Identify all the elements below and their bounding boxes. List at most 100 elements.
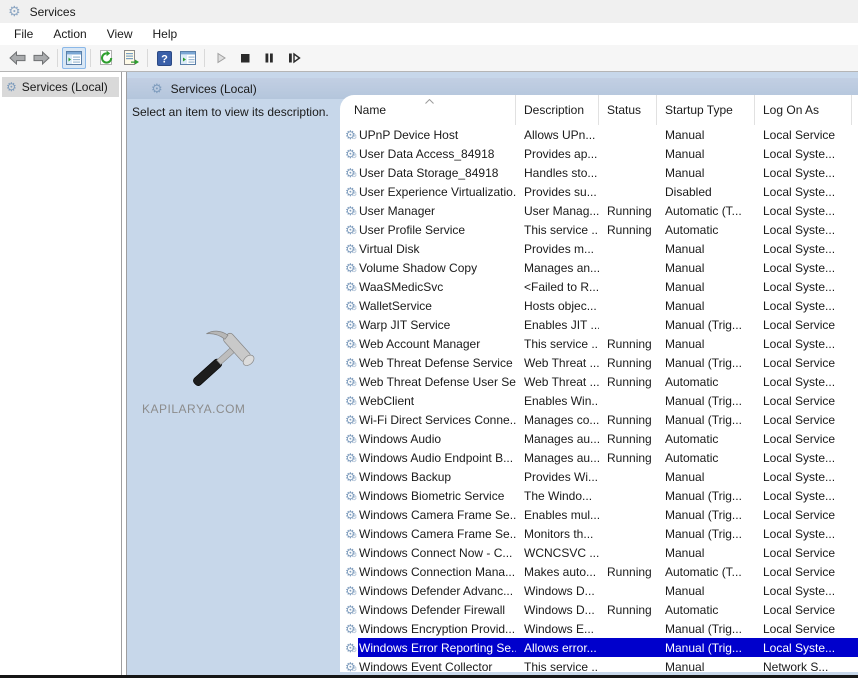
service-row[interactable]: ⚙ ⚙ Windows Event Collector This service…	[340, 657, 858, 672]
toolbar-separator	[147, 49, 148, 67]
service-startup-type: Automatic	[657, 375, 755, 389]
service-status: Running	[599, 375, 657, 389]
service-icon-cell: ⚙ ⚙	[340, 220, 358, 239]
export-list-button[interactable]	[119, 47, 143, 69]
service-row[interactable]: ⚙ ⚙ Windows Camera Frame Se... Enables m…	[340, 505, 858, 524]
stop-service-button[interactable]	[233, 47, 257, 69]
menu-help[interactable]: Help	[143, 24, 188, 44]
service-row[interactable]: ⚙ ⚙ Windows Backup Provides Wi... Manual…	[340, 467, 858, 486]
forward-button[interactable]	[29, 47, 53, 69]
service-row[interactable]: ⚙ ⚙ Windows Connect Now - C... WCNCSVC .…	[340, 543, 858, 562]
column-header-status[interactable]: Status	[599, 95, 657, 125]
service-gear-small-icon: ⚙	[351, 400, 357, 407]
service-row[interactable]: ⚙ ⚙ WaaSMedicSvc <Failed to R... Manual …	[340, 277, 858, 296]
show-action-pane-button[interactable]	[176, 47, 200, 69]
service-log-on-as: Local Syste...	[755, 261, 858, 275]
service-name: Windows Connect Now - C...	[358, 546, 516, 560]
service-log-on-as: Local Service	[755, 546, 858, 560]
svg-text:?: ?	[161, 53, 168, 65]
services-list-panel: Name Description Status Startup Type Log…	[340, 95, 858, 672]
service-row[interactable]: ⚙ ⚙ Warp JIT Service Enables JIT ... Man…	[340, 315, 858, 334]
service-row[interactable]: ⚙ ⚙ Windows Audio Manages au... Running …	[340, 429, 858, 448]
service-startup-type: Automatic	[657, 603, 755, 617]
service-description: This service ...	[516, 337, 599, 351]
service-row[interactable]: ⚙ ⚙ User Data Access_84918 Provides ap..…	[340, 144, 858, 163]
service-log-on-as: Local Service	[755, 318, 858, 332]
start-service-button[interactable]	[209, 47, 233, 69]
service-row[interactable]: ⚙ ⚙ Volume Shadow Copy Manages an... Man…	[340, 258, 858, 277]
column-header-startup-type[interactable]: Startup Type	[657, 95, 755, 125]
tree-item-services-local[interactable]: ⚙ Services (Local)	[2, 77, 119, 97]
service-name: Windows Camera Frame Se...	[358, 527, 516, 541]
service-startup-type: Automatic	[657, 432, 755, 446]
service-row[interactable]: ⚙ ⚙ UPnP Device Host Allows UPn... Manua…	[340, 125, 858, 144]
column-header-log-on-as[interactable]: Log On As	[755, 95, 852, 125]
column-header-description[interactable]: Description	[516, 95, 599, 125]
window-title: Services	[30, 5, 76, 19]
restart-service-icon	[286, 51, 301, 65]
service-description: Allows UPn...	[516, 128, 599, 142]
service-row[interactable]: ⚙ ⚙ Windows Camera Frame Se... Monitors …	[340, 524, 858, 543]
service-row[interactable]: ⚙ ⚙ Virtual Disk Provides m... Manual Lo…	[340, 239, 858, 258]
service-row[interactable]: ⚙ ⚙ Web Account Manager This service ...…	[340, 334, 858, 353]
service-description: Provides su...	[516, 185, 599, 199]
service-row[interactable]: ⚙ ⚙ Windows Audio Endpoint B... Manages …	[340, 448, 858, 467]
service-startup-type: Manual	[657, 242, 755, 256]
service-icon-cell: ⚙ ⚙	[340, 581, 358, 600]
service-row[interactable]: ⚙ ⚙ User Manager User Manag... Running A…	[340, 201, 858, 220]
service-icon-cell: ⚙ ⚙	[340, 391, 358, 410]
service-row[interactable]: ⚙ ⚙ Windows Defender Advanc... Windows D…	[340, 581, 858, 600]
service-row[interactable]: ⚙ ⚙ User Profile Service This service ..…	[340, 220, 858, 239]
service-row[interactable]: ⚙ ⚙ WalletService Hosts objec... Manual …	[340, 296, 858, 315]
service-gear-small-icon: ⚙	[351, 191, 357, 198]
service-startup-type: Manual	[657, 470, 755, 484]
service-name: User Data Storage_84918	[358, 166, 516, 180]
service-gear-small-icon: ⚙	[351, 666, 357, 672]
service-startup-type: Manual	[657, 584, 755, 598]
service-startup-type: Manual (Trig...	[657, 318, 755, 332]
service-description: Windows D...	[516, 584, 599, 598]
service-row[interactable]: ⚙ ⚙ Windows Error Reporting Se... Allows…	[340, 638, 858, 657]
service-gear-small-icon: ⚙	[351, 381, 357, 388]
service-icon-cell: ⚙ ⚙	[340, 657, 358, 672]
menu-file[interactable]: File	[4, 24, 43, 44]
service-row[interactable]: ⚙ ⚙ Windows Encryption Provid... Windows…	[340, 619, 858, 638]
service-gear-small-icon: ⚙	[351, 476, 357, 483]
refresh-button[interactable]	[95, 47, 119, 69]
menu-action[interactable]: Action	[43, 24, 96, 44]
service-row[interactable]: ⚙ ⚙ Windows Connection Mana... Makes aut…	[340, 562, 858, 581]
service-icon-cell: ⚙ ⚙	[340, 600, 358, 619]
service-log-on-as: Local Service	[755, 565, 858, 579]
service-row[interactable]: ⚙ ⚙ Web Threat Defense Service Web Threa…	[340, 353, 858, 372]
service-gear-small-icon: ⚙	[351, 248, 357, 255]
pause-service-button[interactable]	[257, 47, 281, 69]
service-description: Web Threat ...	[516, 375, 599, 389]
service-startup-type: Automatic	[657, 451, 755, 465]
service-name: Windows Defender Advanc...	[358, 584, 516, 598]
restart-service-button[interactable]	[281, 47, 305, 69]
show-console-tree-button[interactable]	[62, 47, 86, 69]
service-name: Windows Connection Mana...	[358, 565, 516, 579]
service-log-on-as: Local Service	[755, 128, 858, 142]
service-description: Enables mul...	[516, 508, 599, 522]
service-row[interactable]: ⚙ ⚙ User Data Storage_84918 Handles sto.…	[340, 163, 858, 182]
service-row[interactable]: ⚙ ⚙ Windows Biometric Service The Windo.…	[340, 486, 858, 505]
service-gear-small-icon: ⚙	[351, 552, 357, 559]
menu-view[interactable]: View	[97, 24, 143, 44]
service-row[interactable]: ⚙ ⚙ WebClient Enables Win... Manual (Tri…	[340, 391, 858, 410]
service-name: Virtual Disk	[358, 242, 516, 256]
service-startup-type: Manual (Trig...	[657, 394, 755, 408]
service-name: Web Account Manager	[358, 337, 516, 351]
service-icon-cell: ⚙ ⚙	[340, 334, 358, 353]
service-row[interactable]: ⚙ ⚙ Web Threat Defense User Se... Web Th…	[340, 372, 858, 391]
help-button[interactable]: ?	[152, 47, 176, 69]
title-bar: ⚙ Services	[0, 0, 858, 23]
service-row[interactable]: ⚙ ⚙ Wi-Fi Direct Services Conne... Manag…	[340, 410, 858, 429]
service-status: Running	[599, 223, 657, 237]
service-startup-type: Manual (Trig...	[657, 527, 755, 541]
service-gear-small-icon: ⚙	[351, 495, 357, 502]
service-row[interactable]: ⚙ ⚙ Windows Defender Firewall Windows D.…	[340, 600, 858, 619]
service-row[interactable]: ⚙ ⚙ User Experience Virtualizatio... Pro…	[340, 182, 858, 201]
back-button[interactable]	[5, 47, 29, 69]
service-icon-cell: ⚙ ⚙	[340, 638, 358, 657]
